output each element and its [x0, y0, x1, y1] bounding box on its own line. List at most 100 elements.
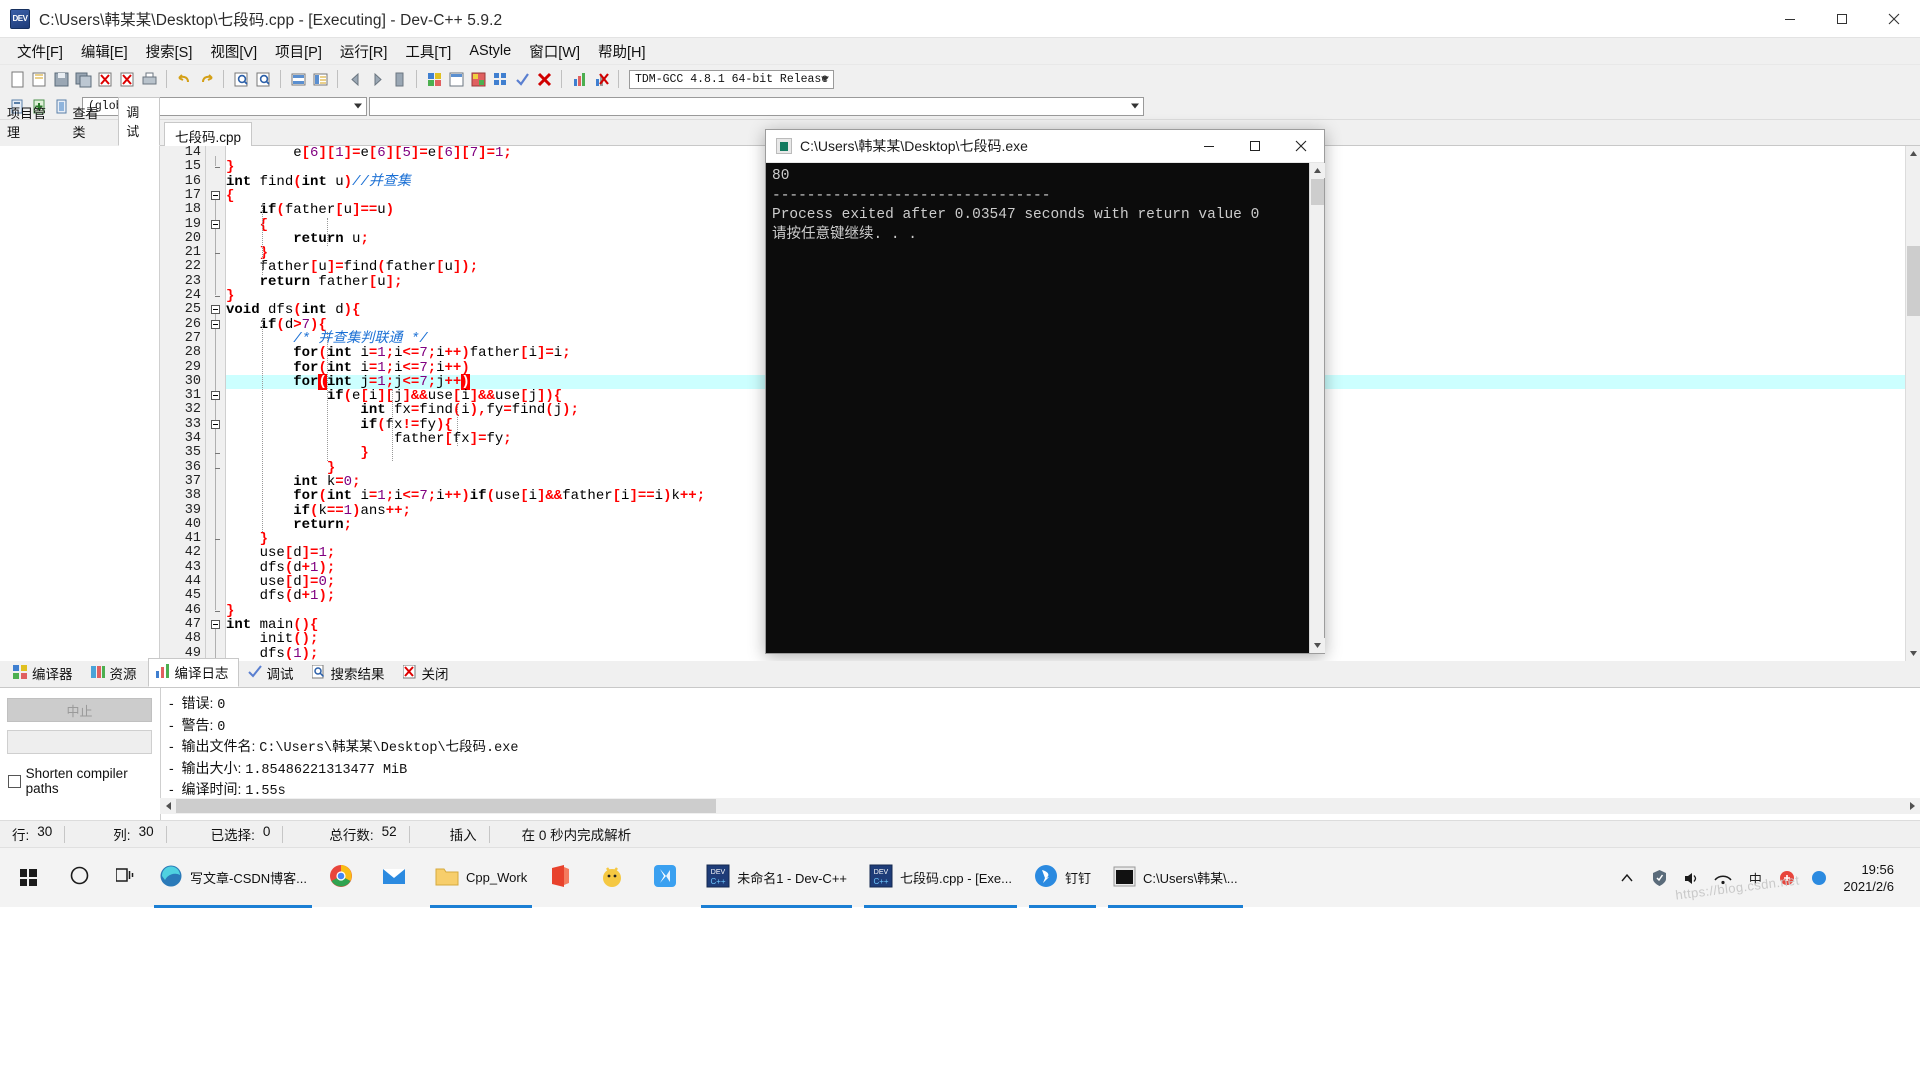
- start-button[interactable]: [0, 848, 56, 908]
- scroll-down-arrow-icon[interactable]: [1906, 646, 1920, 661]
- scroll-right-arrow-icon[interactable]: [1904, 798, 1920, 814]
- menu-search[interactable]: 搜索[S]: [137, 37, 202, 66]
- left-tab-project[interactable]: 项目管理: [0, 99, 66, 146]
- save-all-icon[interactable]: [73, 69, 93, 89]
- taskbar-devcpp2[interactable]: DEV C++ 七段码.cpp - [Exe...: [858, 848, 1023, 908]
- compile-run-icon[interactable]: [468, 69, 488, 89]
- code-line[interactable]: int main(){: [226, 618, 318, 632]
- shorten-paths-row[interactable]: Shorten compiler paths: [8, 766, 160, 796]
- fold-toggle-icon[interactable]: [211, 391, 220, 401]
- bottom-tab-debug[interactable]: 调试: [241, 660, 303, 687]
- task-view-button[interactable]: [102, 848, 148, 908]
- code-line[interactable]: for(int i=1;i<=7;i++)if(use[i]&&father[i…: [226, 489, 705, 503]
- print-icon[interactable]: [139, 69, 159, 89]
- fold-toggle-icon[interactable]: [211, 219, 220, 229]
- console-scroll-up-icon[interactable]: [1310, 163, 1325, 178]
- console-scroll-thumb[interactable]: [1311, 179, 1324, 205]
- left-tab-debug[interactable]: 调试: [118, 97, 160, 146]
- code-line[interactable]: void dfs(int d){: [226, 303, 360, 317]
- close-file-icon[interactable]: [95, 69, 115, 89]
- code-line[interactable]: {: [226, 189, 234, 203]
- fold-toggle-icon[interactable]: [211, 305, 220, 315]
- bottom-tab-findresults[interactable]: 搜索结果: [305, 660, 394, 687]
- profile-icon[interactable]: [569, 69, 589, 89]
- show-desktop-button[interactable]: [1910, 848, 1920, 908]
- menu-file[interactable]: 文件[F]: [8, 37, 72, 66]
- class-member-selector[interactable]: [369, 96, 1144, 116]
- code-folding-column[interactable]: [206, 146, 226, 661]
- code-line[interactable]: if(father[u]==u): [226, 203, 394, 217]
- code-line[interactable]: if(e[i][j]&&use[i]&&use[j]){: [226, 389, 562, 403]
- bottom-tab-buildlog[interactable]: 编译日志: [147, 658, 239, 687]
- menu-help[interactable]: 帮助[H]: [589, 37, 655, 66]
- syntax-check-icon[interactable]: [512, 69, 532, 89]
- stop-execution-icon[interactable]: [534, 69, 554, 89]
- code-line[interactable]: if(d>7){: [226, 317, 327, 332]
- redo-icon[interactable]: [196, 69, 216, 89]
- taskbar-tim[interactable]: [589, 848, 642, 908]
- security-shield-icon[interactable]: [1643, 848, 1675, 908]
- indent-icon[interactable]: [310, 69, 330, 89]
- fold-toggle-icon[interactable]: [211, 419, 220, 429]
- code-line[interactable]: return;: [226, 518, 352, 532]
- menu-astyle[interactable]: AStyle: [460, 39, 520, 63]
- console-maximize-button[interactable]: [1232, 130, 1278, 163]
- menu-tools[interactable]: 工具[T]: [396, 37, 460, 66]
- goto-line-icon[interactable]: [288, 69, 308, 89]
- compiler-selector[interactable]: TDM-GCC 4.8.1 64-bit Release: [629, 69, 834, 89]
- taskbar-explorer[interactable]: Cpp_Work: [424, 848, 538, 908]
- taskbar-devcpp1[interactable]: DEV C++ 未命名1 - Dev-C++: [695, 848, 858, 908]
- prev-bookmark-icon[interactable]: [345, 69, 365, 89]
- taskbar-office[interactable]: [538, 848, 589, 908]
- next-bookmark-icon[interactable]: [367, 69, 387, 89]
- taskbar-edge[interactable]: 写文章-CSDN博客...: [148, 848, 318, 908]
- code-line[interactable]: dfs(d+1);: [226, 589, 336, 603]
- undo-icon[interactable]: [174, 69, 194, 89]
- code-line[interactable]: return u;: [226, 232, 369, 246]
- taskbar-fox[interactable]: [642, 848, 695, 908]
- abort-button[interactable]: 中止: [7, 698, 152, 722]
- code-line[interactable]: for(int i=1;i<=7;i++)father[i]=i;: [226, 346, 570, 360]
- taskbar-mail[interactable]: [371, 848, 424, 908]
- code-line[interactable]: }: [226, 446, 368, 460]
- menu-run[interactable]: 运行[R]: [331, 37, 397, 66]
- left-tab-classes[interactable]: 查看类: [66, 99, 119, 146]
- rebuild-all-icon[interactable]: [490, 69, 510, 89]
- ime-mode-icon[interactable]: [1771, 848, 1803, 908]
- replace-icon[interactable]: [253, 69, 273, 89]
- menu-view[interactable]: 视图[V]: [201, 37, 266, 66]
- menu-project[interactable]: 项目[P]: [266, 37, 331, 66]
- save-file-icon[interactable]: [51, 69, 71, 89]
- fold-toggle-icon[interactable]: [211, 190, 220, 200]
- ime-icon[interactable]: 中: [1739, 848, 1771, 908]
- code-line[interactable]: }: [226, 460, 335, 475]
- scroll-up-arrow-icon[interactable]: [1906, 146, 1920, 161]
- minimize-button[interactable]: [1764, 0, 1816, 38]
- fold-toggle-icon[interactable]: [211, 619, 220, 629]
- bottom-tab-resources[interactable]: 资源: [84, 660, 146, 687]
- taskbar-dingtalk[interactable]: 钉钉: [1023, 848, 1102, 908]
- bottom-tab-compiler[interactable]: 编译器: [6, 660, 82, 687]
- delete-profile-icon[interactable]: [591, 69, 611, 89]
- code-line[interactable]: if(k==1)ans++;: [226, 503, 411, 518]
- taskbar-clock[interactable]: 19:56 2021/2/6: [1835, 861, 1910, 895]
- code-line[interactable]: int find(int u)//并查集: [226, 174, 411, 189]
- console-close-button[interactable]: [1278, 130, 1324, 163]
- code-line[interactable]: return father[u];: [226, 275, 403, 289]
- code-line[interactable]: use[d]=1;: [226, 546, 336, 560]
- code-line[interactable]: use[d]=0;: [226, 575, 336, 589]
- code-line[interactable]: }: [226, 160, 234, 174]
- bottom-tab-close[interactable]: 关闭: [396, 660, 458, 687]
- editor-vertical-scrollbar[interactable]: [1905, 146, 1920, 661]
- console-minimize-button[interactable]: [1186, 130, 1232, 163]
- compile-icon[interactable]: [424, 69, 444, 89]
- close-button[interactable]: [1868, 0, 1920, 38]
- fold-toggle-icon[interactable]: [211, 319, 220, 329]
- maximize-button[interactable]: [1816, 0, 1868, 38]
- code-line[interactable]: init();: [226, 632, 319, 646]
- log-horizontal-scrollbar[interactable]: [160, 798, 1920, 814]
- open-file-icon[interactable]: [29, 69, 49, 89]
- console-window[interactable]: C:\Users\韩某某\Desktop\七段码.exe 80 --------…: [765, 129, 1325, 654]
- console-output-area[interactable]: 80 -------------------------------- Proc…: [766, 163, 1324, 653]
- log-scroll-track[interactable]: [176, 798, 1904, 814]
